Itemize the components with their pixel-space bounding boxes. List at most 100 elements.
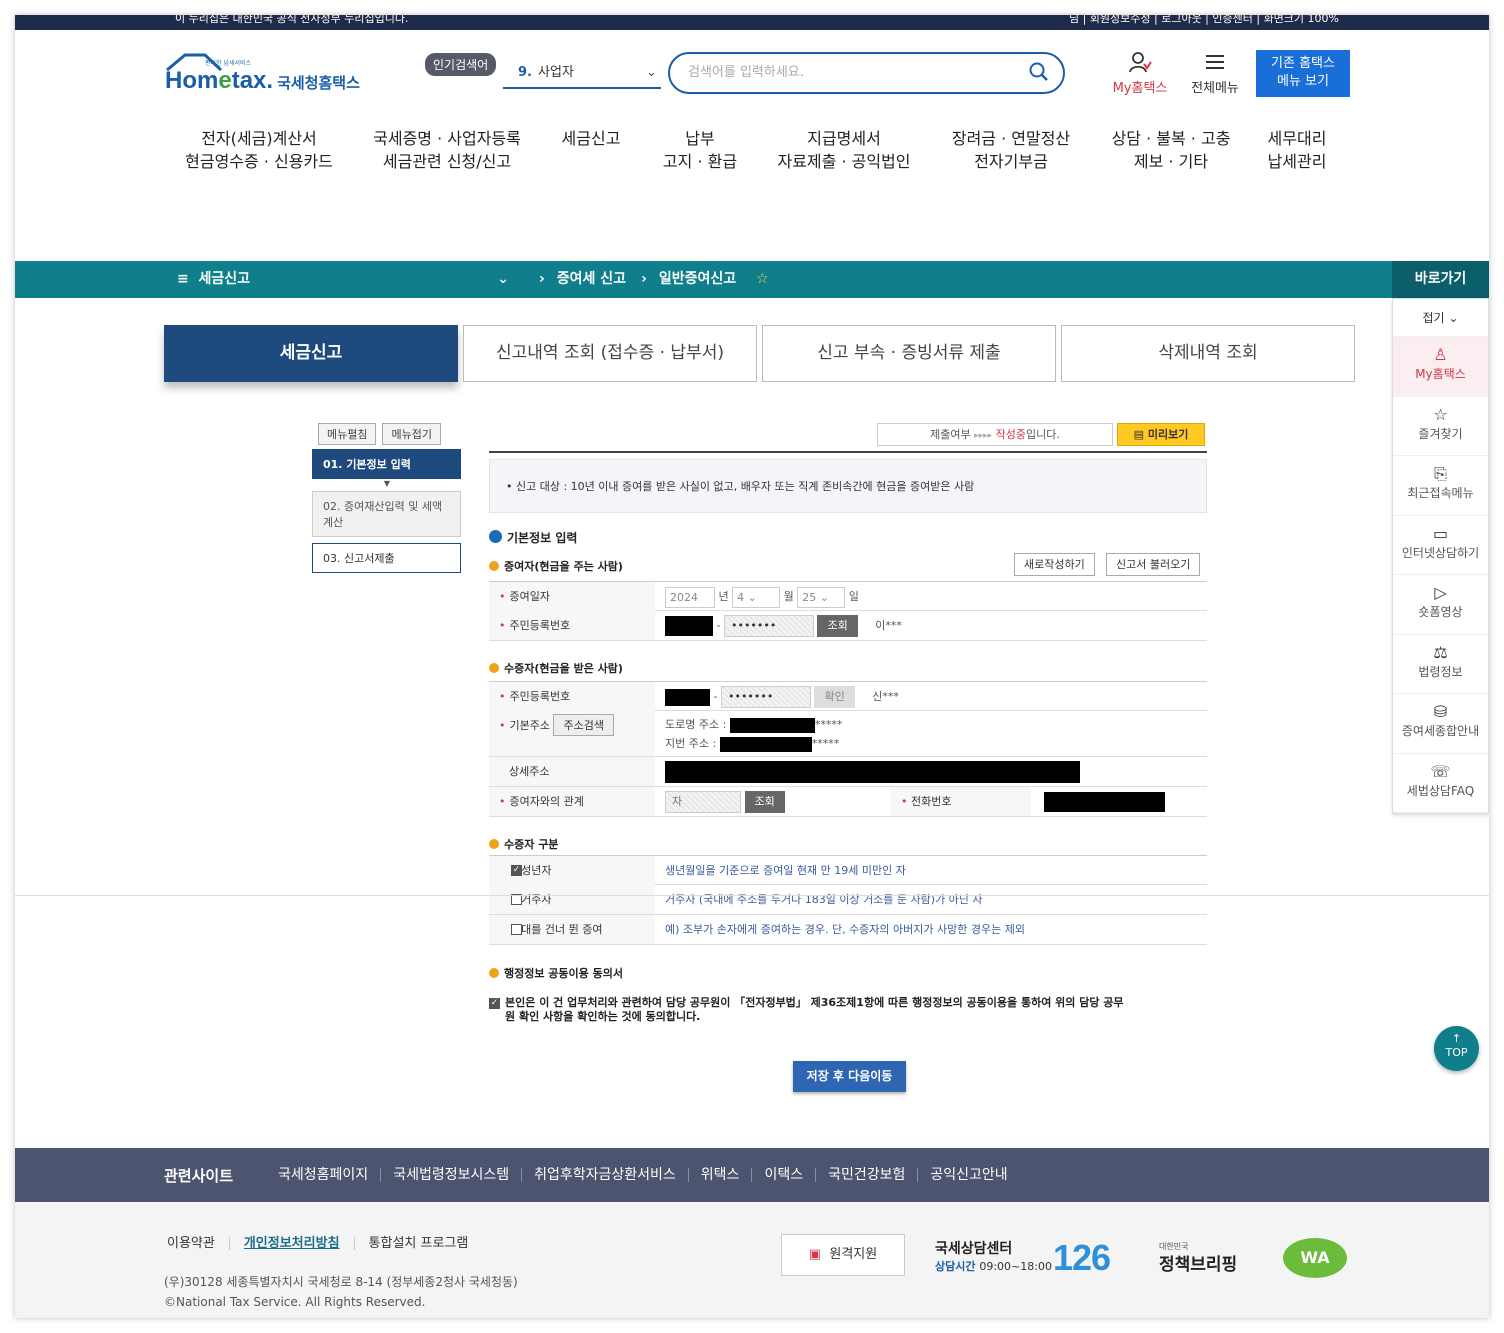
popular-search-dropdown[interactable]: 9. 사업자 ⌄ [503, 61, 661, 89]
related-link[interactable]: 국민건강보험 [815, 1168, 917, 1182]
all-menu-label: 전체메뉴 [1191, 81, 1239, 96]
load-filing-button[interactable]: 신고서 불러오기 [1106, 553, 1201, 576]
remote-support-button[interactable]: ▣ 원격지원 [781, 1234, 905, 1276]
gnb-item-payment[interactable]: 납부 고지 · 환급 [641, 127, 759, 177]
save-next-button[interactable]: 저장 후 다음이동 [793, 1061, 906, 1092]
gnb-item-certificate[interactable]: 국세증명 · 사업자등록 세금관련 신청/신고 [353, 127, 541, 177]
breadcrumb-chevron-icon: › [539, 271, 545, 287]
global-navigation: 전자(세금)계산서 현금영수증 · 신용카드 국세증명 · 사업자등록 세금관련 신… [165, 127, 1345, 177]
step-1[interactable]: 01. 기본정보 입력 [312, 449, 461, 479]
menu-collapse-button[interactable]: 메뉴접기 [382, 423, 441, 445]
new-filing-button[interactable]: 새로작성하기 [1014, 553, 1095, 576]
page: 이 누리집은 대한민국 공식 전자정부 누리집입니다. 님 | 회원정보수정 |… [15, 15, 1489, 1318]
popular-search-label: 인기검색어 [425, 53, 497, 76]
all-menu-button[interactable]: 전체메뉴 [1185, 51, 1245, 96]
quick-menu-title: 바로가기 [1392, 261, 1489, 298]
my-hometax-button[interactable]: My홈택스 [1109, 51, 1171, 96]
old-menu-button[interactable]: 기존 홈택스 메뉴 보기 [1256, 50, 1350, 97]
related-link[interactable]: 취업후학자금상환서비스 [521, 1168, 688, 1182]
donor-lookup-button[interactable]: 조회 [817, 615, 858, 637]
related-link[interactable]: 국세청홈페이지 [278, 1168, 380, 1182]
old-menu-line1: 기존 홈택스 [1271, 56, 1335, 71]
donor-name: 이*** [875, 619, 902, 632]
row-relation: • 증여자와의 관계 자 조회 • 전화번호 [489, 787, 1207, 817]
related-link[interactable]: 이택스 [751, 1168, 815, 1182]
star-icon[interactable]: ☆ [756, 271, 784, 287]
play-icon: ▷ [1434, 583, 1447, 602]
breadcrumb-chevron-icon: › [641, 271, 647, 287]
related-link[interactable]: 공익신고안내 [917, 1168, 1019, 1182]
privacy-link[interactable]: 개인정보처리방침 [228, 1237, 354, 1250]
row-donee-rrn: • 주민등록번호 - ••••••• 확인 신*** [489, 681, 1207, 711]
donee-confirm-button[interactable]: 확인 [814, 686, 855, 708]
quick-favorites[interactable]: ☆ 즐겨찾기 [1393, 397, 1488, 456]
search-input[interactable]: 검색어를 입력하세요. [668, 52, 1065, 94]
menu-expand-button[interactable]: 메뉴펼침 [318, 423, 377, 445]
breadcrumb-menu[interactable]: ≡ 세금신고 ⌄ [177, 261, 539, 298]
redacted-field[interactable] [665, 688, 710, 706]
detail-address-input[interactable] [665, 761, 1080, 783]
section-agree: 행정정보 공동이용 동의서 [489, 965, 623, 981]
minor-checkbox[interactable]: ✓ [511, 865, 522, 876]
chevron-down-icon: ⌄ [646, 65, 657, 80]
gnb-item-statement[interactable]: 지급명세서 자료제출 · 공익법인 [759, 127, 929, 177]
terms-link[interactable]: 이용약관 [167, 1237, 229, 1250]
tab-filing-history[interactable]: 신고내역 조회 (접수증 · 납부서) [463, 325, 757, 382]
relation-input[interactable]: 자 [665, 791, 741, 813]
redacted-field[interactable] [665, 616, 713, 636]
relation-lookup-button[interactable]: 조회 [744, 791, 785, 813]
policy-briefing-logo[interactable]: 대한민국 정책브리핑 [1159, 1238, 1237, 1274]
gnb-item-incentive[interactable]: 장려금 · 연말정산 전자기부금 [929, 127, 1093, 177]
quick-gift-tax-guide[interactable]: ⛁ 증여세종합안내 [1393, 694, 1488, 754]
month-select[interactable]: 4 ⌄ [732, 586, 781, 608]
top-button[interactable]: ↑ TOP [1434, 1026, 1479, 1071]
quick-my-hometax[interactable]: ♙ My홈택스 [1393, 337, 1488, 397]
old-menu-line2: 메뉴 보기 [1277, 74, 1329, 89]
quick-law[interactable]: ⚖ 법령정보 [1393, 635, 1488, 694]
rrn-masked-input[interactable]: ••••••• [723, 615, 814, 637]
preview-button[interactable]: ▤ 미리보기 [1117, 423, 1205, 446]
related-link[interactable]: 위택스 [687, 1168, 752, 1182]
gnb-item-agent[interactable]: 세무대리 납세관리 [1249, 127, 1345, 177]
year-select[interactable]: 2024 ⌄ [665, 586, 715, 623]
gnb-item-consult[interactable]: 상담 · 불복 · 고충 제보 · 기타 [1093, 127, 1249, 177]
address-search-button[interactable]: 주소검색 [553, 714, 614, 736]
divider [15, 895, 1489, 896]
quick-shortform[interactable]: ▷ 숏폼영상 [1393, 575, 1488, 635]
row-donor-rrn: • 주민등록번호 - ••••••• 조회 이*** [489, 611, 1207, 641]
tab-tax-filing[interactable]: 세금신고 [164, 325, 458, 382]
quick-online-consult[interactable]: ▭ 인터넷상담하기 [1393, 516, 1488, 575]
quick-fold-button[interactable]: 접기 ⌄ [1393, 299, 1488, 337]
breadcrumb-level3[interactable]: 일반증여신고 ☆ [659, 261, 799, 298]
generation-skip-checkbox[interactable] [511, 924, 522, 935]
agree-checkbox[interactable]: ✓ [489, 998, 500, 1009]
section-basic-info: 기본정보 입력 [489, 529, 577, 546]
road-address-label: 도로명 주소 : [665, 718, 727, 731]
install-program-link[interactable]: 통합설치 프로그램 [353, 1237, 483, 1250]
tab-deleted-history[interactable]: 삭제내역 조회 [1061, 325, 1355, 382]
gnb-item-einvoice[interactable]: 전자(세금)계산서 현금영수증 · 신용카드 [165, 127, 353, 177]
day-select[interactable]: 25 ⌄ [797, 586, 846, 608]
rrn-masked-input[interactable]: ••••••• [720, 686, 811, 708]
search-icon[interactable] [1029, 62, 1049, 82]
quick-recent[interactable]: ⎘ 최근접속메뉴 [1393, 456, 1488, 516]
related-sites-title: 관련사이트 [164, 1166, 234, 1185]
quick-faq[interactable]: ☏ 세법상담FAQ [1393, 754, 1488, 813]
logo-nts: 국세청홈택스 [277, 73, 360, 92]
gavel-icon: ⚖ [1433, 642, 1448, 662]
related-link[interactable]: 국세법령정보시스템 [380, 1168, 521, 1182]
step-2[interactable]: 02. 증여재산입력 및 세액계산 [312, 491, 461, 537]
tab-attachments[interactable]: 신고 부속 · 증빙서류 제출 [762, 325, 1056, 382]
arrow-up-icon: ↑ [1451, 1032, 1462, 1045]
footer: 이용약관 개인정보처리방침 통합설치 프로그램 (우)30128 세종특별자치시… [15, 1202, 1489, 1318]
coin-check-icon: ⛁ [1433, 702, 1448, 721]
user-icon: ♙ [1433, 345, 1448, 364]
user-utility-links[interactable]: 님 | 회원정보수정 | 로그아웃 | 인증센터 | 화면크기 100% [1069, 15, 1339, 24]
recent-menu-icon: ⎘ [1434, 464, 1447, 483]
breadcrumb-level2[interactable]: 증여세 신고 [557, 261, 641, 298]
gnb-item-tax-filing[interactable]: 세금신고 [541, 127, 641, 177]
hometax-logo[interactable]: 편리한 납세서비스 Hometax. 국세청홈택스 [165, 50, 360, 100]
step-3[interactable]: 03. 신고서제출 [312, 543, 461, 573]
phone-input[interactable] [1044, 792, 1165, 812]
copyright: ©National Tax Service. All Rights Reserv… [164, 1295, 426, 1309]
